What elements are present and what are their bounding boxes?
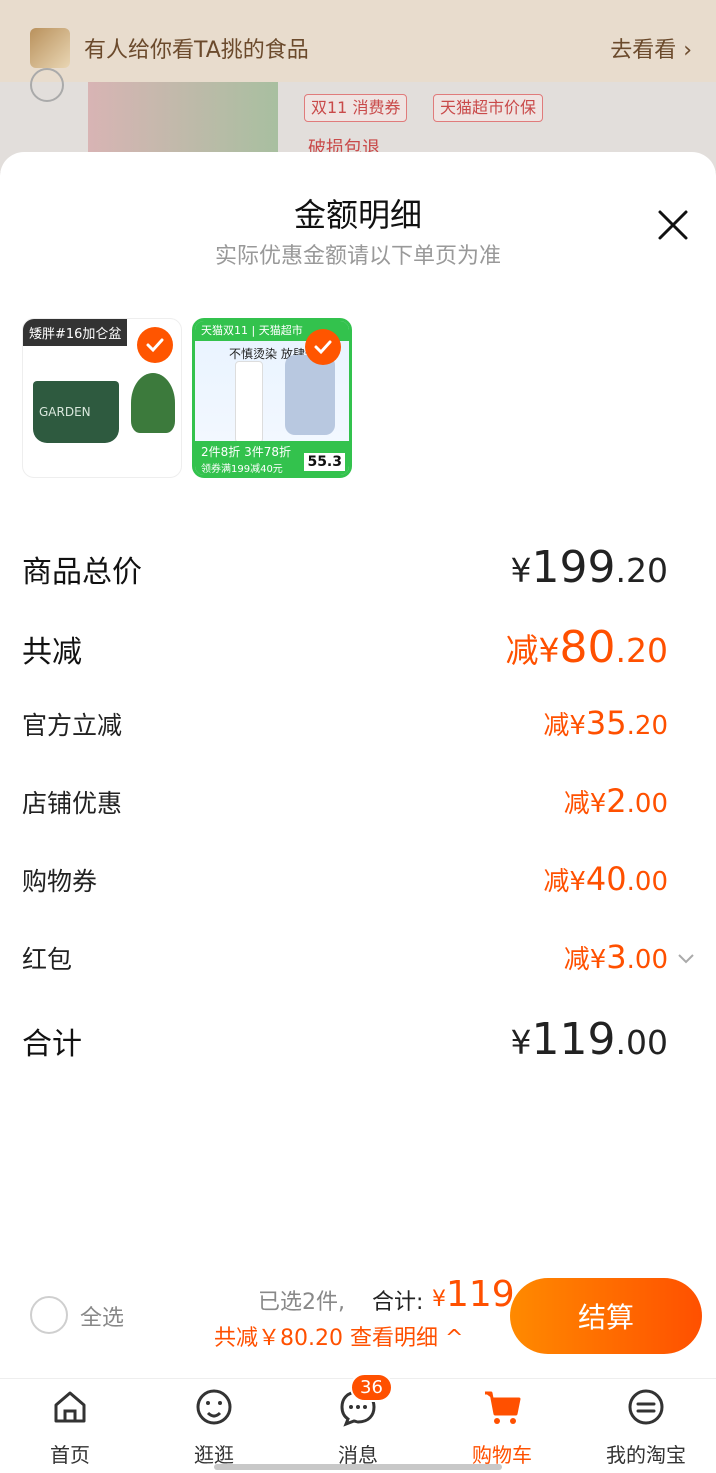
row-amount: 减¥40.00 bbox=[543, 860, 668, 898]
row-label: 店铺优惠 bbox=[22, 789, 123, 818]
product-thumb-pot[interactable]: 矮胖#16加仑盆 GARDEN bbox=[22, 318, 182, 478]
selected-count: 已选2件, bbox=[258, 1290, 345, 1315]
banner-link[interactable]: 去看看 › bbox=[610, 32, 692, 64]
row-store-discount: 店铺优惠 减¥2.00 bbox=[22, 782, 668, 820]
row-label: 商品总价 bbox=[22, 555, 142, 590]
product-thumb-shampoo[interactable]: 天猫双11 | 天猫超市 不慎烫染 放肆造 2件8折 3件78折 领券满199减… bbox=[192, 318, 352, 478]
close-icon[interactable] bbox=[656, 208, 690, 242]
row-amount: 减¥2.00 bbox=[563, 782, 668, 820]
row-amount: 减¥3.00 bbox=[563, 938, 668, 976]
row-label: 合计 bbox=[22, 1027, 82, 1062]
background-item-radio bbox=[30, 68, 64, 102]
row-red-packet[interactable]: 红包 减¥3.00 bbox=[22, 938, 668, 976]
banner-thumbnail bbox=[30, 28, 70, 68]
row-total-discount: 共减 减¥80.20 bbox=[22, 622, 668, 673]
row-official-discount: 官方立减 减¥35.20 bbox=[22, 704, 668, 742]
row-label: 共减 bbox=[22, 635, 82, 670]
view-detail-link[interactable]: 共减￥80.20 查看明细 ^ bbox=[214, 1320, 463, 1352]
tab-home[interactable]: 首页 bbox=[20, 1379, 120, 1473]
banner-text: 有人给你看TA挑的食品 bbox=[84, 38, 309, 63]
row-label: 购物券 bbox=[22, 867, 98, 896]
message-badge: 36 bbox=[350, 1373, 393, 1402]
checkout-bar: 全选 已选2件, 合计: ¥119 共减￥80.20 查看明细 ^ 结算 bbox=[0, 1266, 716, 1378]
row-label: 红包 bbox=[22, 945, 73, 974]
explore-icon bbox=[196, 1389, 232, 1425]
row-amount: ¥199.20 bbox=[510, 542, 668, 593]
row-label: 官方立减 bbox=[22, 711, 123, 740]
row-total-price: 商品总价 ¥199.20 bbox=[22, 542, 668, 593]
tag-double11: 双11 消费券 bbox=[304, 94, 408, 122]
row-amount: 减¥35.20 bbox=[543, 704, 668, 742]
sheet-title: 金额明细 bbox=[293, 196, 422, 234]
tag-price-protect: 天猫超市价保 bbox=[433, 94, 544, 122]
tab-cart[interactable]: 购物车 bbox=[452, 1379, 552, 1473]
tab-profile[interactable]: 我的淘宝 bbox=[596, 1379, 696, 1473]
model-image bbox=[285, 355, 335, 435]
profile-icon bbox=[628, 1389, 664, 1425]
tab-label: 我的淘宝 bbox=[606, 1443, 686, 1467]
check-icon bbox=[137, 327, 173, 363]
sum-value: ¥119 bbox=[432, 1274, 515, 1315]
product-price: 55.3 bbox=[304, 453, 345, 471]
check-icon bbox=[305, 329, 341, 365]
home-indicator bbox=[214, 1464, 502, 1470]
cart-icon bbox=[485, 1391, 521, 1424]
tab-messages[interactable]: 36 消息 bbox=[308, 1373, 408, 1473]
sum-label: 合计: bbox=[372, 1290, 424, 1315]
background-item-image bbox=[88, 82, 278, 162]
checkout-button[interactable]: 结算 bbox=[510, 1278, 702, 1354]
row-subtotal: 合计 ¥119.00 bbox=[22, 1014, 668, 1065]
plant-image bbox=[131, 373, 175, 433]
select-all-label[interactable]: 全选 bbox=[80, 1300, 124, 1332]
tab-explore[interactable]: 逛逛 bbox=[164, 1379, 264, 1473]
row-amount: ¥119.00 bbox=[510, 1014, 668, 1065]
chevron-down-icon[interactable] bbox=[676, 948, 696, 968]
tab-bar: 首页 逛逛 36 消息 购物车 我的淘宝 bbox=[0, 1373, 716, 1473]
home-icon bbox=[54, 1391, 86, 1423]
row-amount: 减¥80.20 bbox=[505, 622, 668, 673]
tab-label: 首页 bbox=[50, 1443, 90, 1467]
row-shopping-coupon: 购物券 减¥40.00 bbox=[22, 860, 668, 898]
product-label: 矮胖#16加仑盆 bbox=[23, 319, 128, 346]
sheet-subtitle: 实际优惠金额请以下单页为准 bbox=[214, 244, 501, 269]
select-all-radio[interactable] bbox=[30, 1296, 68, 1334]
pot-brand-text: GARDEN bbox=[39, 405, 91, 419]
bottle-image bbox=[235, 361, 263, 443]
